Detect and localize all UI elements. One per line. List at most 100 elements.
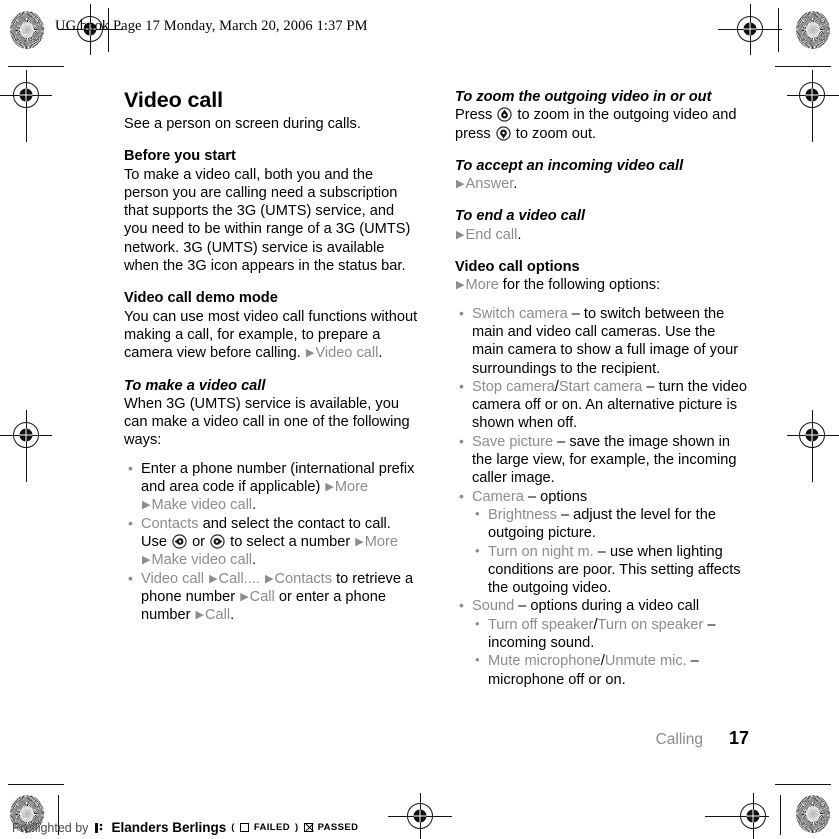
menu-keyword-video-call: Video call — [315, 345, 379, 362]
menu-keyword: Switch camera — [472, 305, 568, 322]
menu-keyword: Turn on speaker — [597, 616, 704, 633]
footer-chapter-name: Calling — [655, 731, 703, 748]
list-item-video-call-menu: Video call ▶Call.... ▶Contacts to retrie… — [124, 569, 418, 625]
list-item-enter-number: Enter a phone number (international pref… — [124, 459, 418, 515]
page-title: Video call — [124, 88, 223, 112]
crop-rule-bottom-left — [8, 784, 64, 785]
menu-arrow-icon: ▶ — [264, 572, 274, 585]
list-item-brightness: Brightness – adjust the level for the ou… — [472, 505, 749, 543]
nav-key-up-icon — [497, 107, 512, 122]
menu-arrow-icon: ▶ — [142, 554, 151, 567]
nav-key-left-icon — [172, 534, 187, 549]
list-item-text: Camera – options — [472, 489, 587, 505]
nested-bullet-list: Turn off speaker/Turn on speaker – incom… — [472, 615, 749, 689]
before-you-start-body: To make a video call, both you and the p… — [124, 166, 411, 275]
menu-keyword: Unmute mic. — [604, 653, 687, 670]
list-item-turn-on-night-mode: Turn on night m. – use when lighting con… — [472, 542, 749, 598]
demo-path-end: . — [378, 345, 383, 362]
elanders-logo-icon — [93, 821, 106, 834]
list-item-text: Mute microphone/Unmute mic. – microphone… — [488, 653, 699, 687]
list-item-text: Save picture – save the image shown in t… — [472, 434, 736, 487]
footer-page-number: 17 — [728, 728, 749, 748]
body-text: . — [513, 176, 518, 193]
menu-keyword: Mute microphone — [488, 653, 601, 670]
document-page: UG.book Page 17 Monday, March 20, 2006 1… — [0, 0, 839, 839]
checkbox-checked-icon — [303, 823, 313, 832]
preflight-stamp: Preflighted by Elanders Berlings ( FAILE… — [12, 820, 358, 835]
body-text: Press — [455, 107, 497, 124]
crop-rule-top-left — [8, 66, 64, 67]
list-item-microphone-toggle: Mute microphone/Unmute mic. – microphone… — [472, 651, 749, 689]
preflight-failed-open: ( — [231, 822, 235, 833]
body-text: Enter a phone number (international pref… — [141, 460, 415, 496]
list-item-text: Sound – options during a video call — [472, 598, 699, 614]
gutter-tick-bottom-right — [780, 795, 781, 835]
nav-key-down-icon — [496, 125, 511, 141]
right-column: To zoom the outgoing video in or out Pre… — [455, 88, 749, 689]
crop-rule-top-right — [775, 66, 831, 67]
preflight-company-name: Elanders Berlings — [111, 820, 227, 835]
menu-keyword: Video call — [141, 570, 205, 587]
menu-keyword: Contacts — [141, 515, 199, 532]
body-text: or — [188, 533, 210, 550]
list-item-text: Contacts and select the contact to call.… — [141, 516, 398, 569]
menu-keyword: Contacts — [274, 570, 333, 587]
menu-arrow-icon: ▶ — [325, 481, 334, 494]
menu-arrow-icon: ▶ — [305, 347, 315, 360]
to-make-a-video-call-body: When 3G (UMTS) service is available, you… — [124, 395, 410, 449]
gutter-tick-top-right — [778, 8, 779, 52]
menu-keyword: More — [364, 533, 398, 550]
menu-arrow-icon: ▶ — [456, 178, 465, 191]
menu-keyword: Make video call — [151, 497, 253, 514]
list-item-text: Enter a phone number (international pref… — [141, 461, 414, 514]
menu-keyword: Save picture — [472, 433, 554, 450]
page-footer: Calling 17 — [455, 728, 749, 749]
accept-call-instructions: ▶Answer. — [455, 175, 749, 193]
checkbox-unchecked-icon — [239, 823, 249, 832]
menu-keyword: Answer — [465, 176, 514, 193]
preflight-by-label: Preflighted by — [12, 820, 89, 835]
list-item-text: Stop camera/Start camera – turn the vide… — [472, 379, 747, 432]
registration-mark-upper-right — [799, 82, 825, 108]
end-call-instructions: ▶End call. — [455, 226, 749, 244]
make-video-call-bullet-list: Enter a phone number (international pref… — [124, 459, 418, 625]
body-text: – options — [523, 488, 588, 505]
heading-to-zoom-outgoing-video: To zoom the outgoing video in or out — [455, 89, 712, 105]
registration-mark-mid-right — [799, 422, 825, 448]
menu-keyword: Turn off speaker — [488, 616, 594, 633]
list-item-speaker-toggle: Turn off speaker/Turn on speaker – incom… — [472, 615, 749, 653]
registration-mark-bottom-right-inner — [740, 803, 766, 829]
menu-keyword: Sound — [472, 598, 515, 615]
menu-keyword: Camera — [472, 488, 524, 505]
menu-arrow-icon: ▶ — [195, 609, 205, 622]
menu-keyword: End call — [465, 226, 518, 243]
list-item-stop-start-camera: Stop camera/Start camera – turn the vide… — [455, 377, 749, 433]
menu-keyword: Stop camera — [472, 378, 555, 395]
rosette-mark-bottom-right — [796, 795, 830, 833]
menu-arrow-icon: ▶ — [240, 590, 249, 603]
body-text: – options during a video call — [514, 598, 700, 615]
rosette-mark-top-left — [10, 11, 44, 49]
menu-arrow-icon: ▶ — [209, 572, 218, 585]
list-item-contacts: Contacts and select the contact to call.… — [124, 514, 418, 570]
preflight-passed-label: PASSED — [317, 822, 359, 833]
registration-mark-mid-left — [13, 422, 39, 448]
list-item-text: Brightness – adjust the level for the ou… — [488, 507, 716, 541]
menu-keyword: Call — [249, 588, 275, 605]
preflight-failed-close: ) — [295, 822, 299, 833]
menu-arrow-icon: ▶ — [456, 279, 465, 292]
menu-keyword: Start camera — [558, 378, 643, 395]
zoom-instructions: Press to zoom in the outgoing video and … — [455, 106, 749, 143]
list-item-sound: Sound – options during a video callTurn … — [455, 596, 749, 689]
heading-to-make-a-video-call: To make a video call — [124, 377, 266, 394]
nested-bullet-list: Brightness – adjust the level for the ou… — [472, 505, 749, 598]
file-header-stamp: UG.book Page 17 Monday, March 20, 2006 1… — [55, 18, 368, 34]
list-item-camera: Camera – options Brightness – adjust the … — [455, 487, 749, 598]
crop-rule-bottom-right — [775, 784, 831, 785]
menu-keyword: Turn on night m. — [488, 543, 594, 560]
intro-paragraph: See a person on screen during calls. — [124, 116, 361, 132]
list-item-text: Switch camera – to switch between the ma… — [472, 306, 738, 377]
body-text: . — [230, 607, 235, 624]
body-text: to zoom out. — [511, 125, 597, 142]
list-item-text: Turn off speaker/Turn on speaker – incom… — [488, 617, 715, 651]
